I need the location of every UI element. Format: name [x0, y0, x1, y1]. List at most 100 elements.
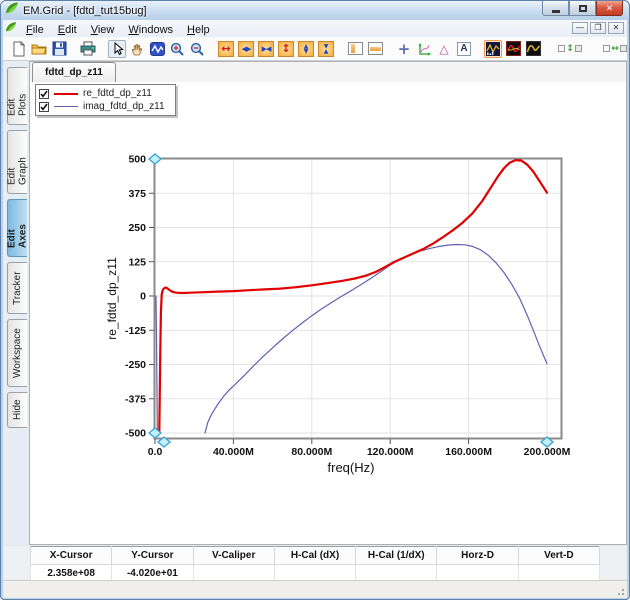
- side-tab-edit-axes[interactable]: Edit Axes: [7, 199, 27, 257]
- cursor-col-x-cursor: X-Cursor: [31, 547, 112, 565]
- close-button[interactable]: ✕: [596, 1, 623, 16]
- cursor-col-h-cal-1-dx-: H-Cal (1/dX): [356, 547, 437, 565]
- fit-vertical-button[interactable]: ▼▲: [317, 40, 335, 58]
- maximize-button[interactable]: [569, 1, 596, 16]
- link-vertical-button[interactable]: ↕: [553, 40, 587, 58]
- zoom-in-button[interactable]: [168, 40, 186, 58]
- resize-grip-icon[interactable]: [615, 586, 625, 596]
- legend-checkbox[interactable]: [39, 102, 49, 112]
- plot-window: fdtd_dp_z11 re_fdtd_dp_z11 imag_fdtd_dp_z…: [29, 61, 627, 545]
- y-axis-title: re_fdtd_dp_z11: [105, 257, 119, 340]
- text-annotation-icon: A: [457, 42, 471, 56]
- zoom-region-button[interactable]: [148, 40, 166, 58]
- menu-file[interactable]: File: [19, 23, 51, 37]
- side-tab-edit-graph[interactable]: Edit Graph: [7, 130, 27, 194]
- caliper-icon: △: [439, 43, 448, 55]
- caliper-button[interactable]: △: [435, 40, 453, 58]
- text-annotation-button[interactable]: A: [455, 40, 473, 58]
- legend-entry: imag_fdtd_dp_z11: [39, 100, 165, 113]
- side-tab-tracker[interactable]: Tracker: [7, 262, 27, 314]
- chart[interactable]: 0.040.000M80.000M120.000M160.000M200.000…: [30, 82, 628, 545]
- cursor-col-vert-d: Vert-D: [518, 547, 599, 565]
- plot-frame: [155, 159, 562, 439]
- x-tick-label: 40.000M: [213, 446, 254, 458]
- link-horizontal-button[interactable]: ↔: [598, 40, 627, 58]
- axes-icon: [417, 42, 432, 56]
- save-floppy-icon: [52, 41, 67, 56]
- fit-horizontal-button[interactable]: ▶◀: [257, 40, 275, 58]
- menu-edit[interactable]: Edit: [51, 23, 84, 37]
- x-tick-label: 0.0: [148, 446, 163, 458]
- cursor-col-v-caliper: V-Caliper: [193, 547, 274, 565]
- crosshair-button[interactable]: +: [395, 40, 413, 58]
- fit-horizontal-icon: ▶◀: [258, 41, 274, 57]
- menu-view[interactable]: View: [84, 23, 122, 37]
- split-vertical-button[interactable]: [346, 40, 364, 58]
- shrink-horizontal-icon: ◀▶: [238, 41, 254, 57]
- y-tick-label: -500: [125, 428, 146, 440]
- zoom-out-button[interactable]: [188, 40, 206, 58]
- open-button[interactable]: [30, 40, 48, 58]
- plot-style-red-button[interactable]: [504, 40, 522, 58]
- plot-style-red-icon: [506, 41, 521, 56]
- split-horizontal-button[interactable]: [366, 40, 384, 58]
- open-folder-icon: [31, 42, 47, 56]
- mdi-minimize-button[interactable]: —: [572, 22, 588, 34]
- menu-bar: FileEditViewWindowsHelp — ❐ ✕: [3, 20, 627, 38]
- x-axis-title: freq(Hz): [328, 460, 375, 475]
- y-tick-label: -250: [125, 359, 146, 371]
- y-tick-label: 250: [128, 222, 146, 234]
- x-tick-label: 120.000M: [367, 446, 414, 458]
- select-arrow-icon: [111, 42, 124, 56]
- pan-tool-button[interactable]: [128, 40, 146, 58]
- expand-horizontal-icon: ↔: [218, 41, 234, 57]
- expand-horizontal-button[interactable]: ↔: [217, 40, 235, 58]
- window-title: EM.Grid - [fdtd_tut15bug]: [23, 5, 147, 17]
- split-vertical-icon: [348, 42, 363, 55]
- plot-thumbnail-button[interactable]: [484, 40, 502, 58]
- fit-vertical-icon: ▼▲: [318, 41, 334, 57]
- title-bar[interactable]: EM.Grid - [fdtd_tut15bug] ✕: [1, 1, 629, 20]
- new-document-button[interactable]: [10, 40, 28, 58]
- plot-style-yellow-icon: [526, 41, 541, 56]
- x-tick-label: 80.000M: [291, 446, 332, 458]
- link-vertical-icon: ↕: [558, 45, 582, 53]
- side-tab-strip: Edit Plots Edit Graph Edit Axes Tracker Work…: [3, 61, 29, 545]
- expand-vertical-button[interactable]: ↕: [277, 40, 295, 58]
- new-document-icon: [12, 41, 26, 57]
- y-axis-top-handle[interactable]: [149, 154, 161, 164]
- save-button[interactable]: [50, 40, 68, 58]
- cursor-col-y-cursor: Y-Cursor: [112, 547, 193, 565]
- y-tick-label: 500: [128, 154, 146, 166]
- shrink-vertical-button[interactable]: ▲▼: [297, 40, 315, 58]
- menu-help[interactable]: Help: [180, 23, 217, 37]
- zoom-out-icon: [190, 42, 204, 56]
- legend-label: imag_fdtd_dp_z11: [83, 101, 165, 112]
- legend-line-swatch: [54, 106, 78, 107]
- document-tab-strip: fdtd_dp_z11: [30, 62, 626, 83]
- minimize-button[interactable]: [542, 1, 569, 16]
- window-controls: ✕: [542, 1, 623, 16]
- axes-button[interactable]: [415, 40, 433, 58]
- y-tick-label: 125: [128, 256, 146, 268]
- cursor-col-h-cal-dx-: H-Cal (dX): [274, 547, 355, 565]
- zoom-in-icon: [170, 42, 184, 56]
- tab-fdtd_dp_z11[interactable]: fdtd_dp_z11: [32, 62, 116, 83]
- side-tab-workspace[interactable]: Workspace: [7, 319, 27, 387]
- toolbar: ↔ ◀▶ ▶◀ ↕ ▲▼ ▼▲ + △ A ↕ ↔ Layout: [3, 37, 627, 61]
- legend-line-swatch: [54, 93, 78, 95]
- mdi-close-button[interactable]: ✕: [608, 22, 624, 34]
- plot-canvas[interactable]: re_fdtd_dp_z11imag_fdtd_dp_z11 0.040.000…: [30, 82, 626, 544]
- legend-checkbox[interactable]: [39, 89, 49, 99]
- print-button[interactable]: [79, 40, 97, 58]
- menu-windows[interactable]: Windows: [121, 23, 180, 37]
- select-tool-button[interactable]: [108, 40, 126, 58]
- plot-style-yellow-button[interactable]: [524, 40, 542, 58]
- side-tab-hide[interactable]: Hide: [7, 392, 27, 428]
- mdi-restore-button[interactable]: ❐: [590, 22, 606, 34]
- zoom-region-icon: [150, 42, 165, 56]
- y-tick-label: -125: [125, 325, 146, 337]
- side-tab-edit-plots[interactable]: Edit Plots: [7, 67, 27, 125]
- shrink-horizontal-button[interactable]: ◀▶: [237, 40, 255, 58]
- document-logo-icon: [5, 20, 17, 38]
